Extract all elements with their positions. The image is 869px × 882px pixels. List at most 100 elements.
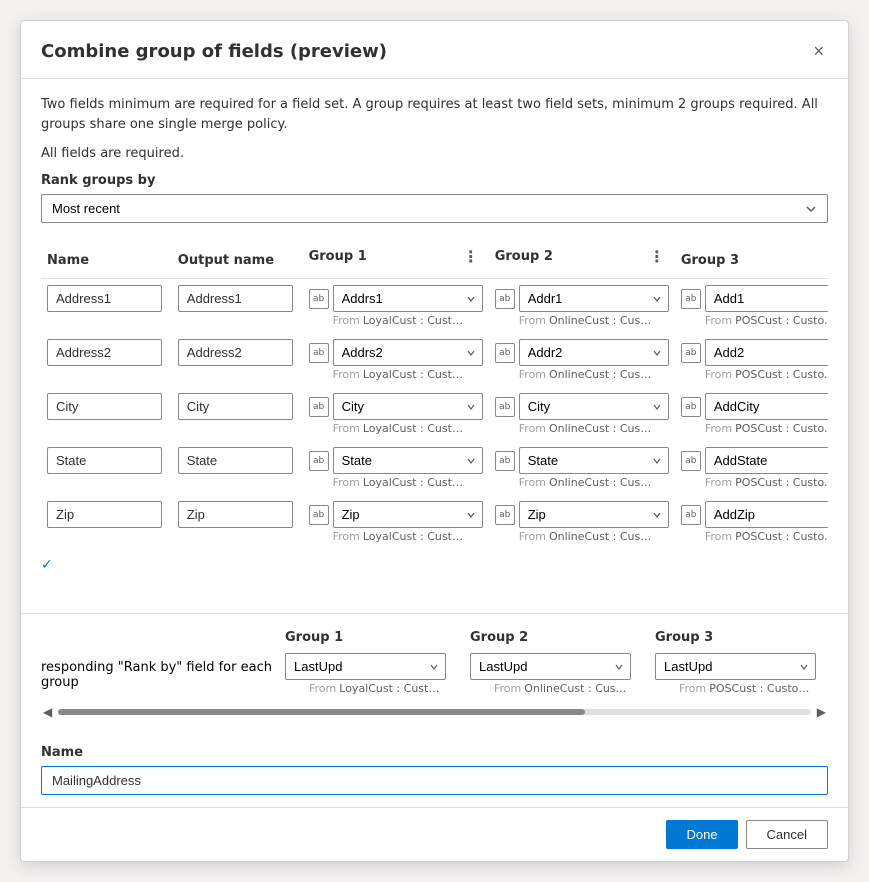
bottom-group3-cell: LastUpd FromPOSCust : CustomerDat... [649, 653, 822, 695]
name-field-0[interactable] [47, 285, 162, 312]
group1-cell-2: ab City FromLoyalCust : CustomerD... [309, 393, 483, 435]
bottom-group3-section: Group 3 LastUpd FromPOSCust : CustomerDa… [643, 630, 828, 695]
scroll-left-icon[interactable]: ◀ [41, 703, 54, 721]
output-field-2[interactable] [178, 393, 293, 420]
group3-icon-2[interactable]: ab [681, 397, 701, 417]
group1-from-0: FromLoyalCust : CustomerD... [309, 314, 469, 327]
group2-menu-icon[interactable]: ⋮ [645, 245, 669, 268]
checkmark-icon: ✓ [41, 557, 53, 573]
group1-icon-3[interactable]: ab [309, 451, 329, 471]
bottom-group2-label: Group 2 [464, 630, 637, 653]
name-field-2[interactable] [47, 393, 162, 420]
group1-icon-1[interactable]: ab [309, 343, 329, 363]
group3-cell-0: ab Add1 FromPOSCust : Custo... [681, 285, 828, 327]
group3-select-1[interactable]: Add2 [705, 339, 828, 366]
group1-from-2: FromLoyalCust : CustomerD... [309, 422, 469, 435]
scroll-right-icon[interactable]: ▶ [815, 703, 828, 721]
output-field-0[interactable] [178, 285, 293, 312]
bottom-group1-section: Group 1 LastUpd FromLoyalCust : Customer… [273, 630, 458, 695]
name-field-3[interactable] [47, 447, 162, 474]
bottom-group1-label: Group 1 [279, 630, 452, 653]
group3-select-0[interactable]: Add1 [705, 285, 828, 312]
group2-icon-1[interactable]: ab [495, 343, 515, 363]
done-button[interactable]: Done [666, 820, 737, 849]
group3-cell-3: ab AddState FromPOSCust : Custo... [681, 447, 828, 489]
group1-icon-0[interactable]: ab [309, 289, 329, 309]
group1-cell-3: ab State FromLoyalCust : CustomerD... [309, 447, 483, 489]
output-field-4[interactable] [178, 501, 293, 528]
group2-select-3[interactable]: State [519, 447, 669, 474]
group2-cell-1: ab Addr2 FromOnlineCust : Customer... [495, 339, 669, 381]
group2-icon-3[interactable]: ab [495, 451, 515, 471]
bottom-group3-select[interactable]: LastUpd [655, 653, 816, 680]
group1-cell-0: ab Addrs1 FromLoyalCust : CustomerD... [309, 285, 483, 327]
name-field-label: Name [41, 745, 828, 760]
output-field-1[interactable] [178, 339, 293, 366]
group1-icon-2[interactable]: ab [309, 397, 329, 417]
table-row: ab City FromLoyalCust : CustomerD... ab [41, 387, 828, 441]
group1-menu-icon[interactable]: ⋮ [459, 245, 483, 268]
col-header-group3: Group 3 [675, 239, 828, 279]
rank-select[interactable]: Most recent [41, 194, 828, 223]
group1-select-1[interactable]: Addrs2 [333, 339, 483, 366]
group2-select-4[interactable]: Zip [519, 501, 669, 528]
group2-cell-4: ab Zip FromOnlineCust : Customer... [495, 501, 669, 543]
group3-icon-4[interactable]: ab [681, 505, 701, 525]
dialog-title: Combine group of fields (preview) [41, 41, 387, 62]
close-icon: × [813, 41, 824, 62]
close-button[interactable]: × [809, 37, 828, 66]
group1-icon-4[interactable]: ab [309, 505, 329, 525]
group2-select-0[interactable]: Addr1 [519, 285, 669, 312]
bottom-rank-section: responding "Rank by" field for each grou… [21, 630, 848, 745]
bottom-group3-from: FromPOSCust : CustomerDat... [655, 682, 815, 695]
bottom-group3-label: Group 3 [649, 630, 822, 653]
name-field-4[interactable] [47, 501, 162, 528]
fields-table: Name Output name Group 1 ⋮ Group 2 ⋮ [41, 239, 828, 549]
group1-from-1: FromLoyalCust : CustomerD... [309, 368, 469, 381]
bottom-group1-cell: LastUpd FromLoyalCust : CustomerData [279, 653, 452, 695]
group2-select-1[interactable]: Addr2 [519, 339, 669, 366]
bottom-group2-cell: LastUpd FromOnlineCust : CustomerData [464, 653, 637, 695]
group2-from-3: FromOnlineCust : Customer... [495, 476, 655, 489]
bottom-group2-section: Group 2 LastUpd FromOnlineCust : Custome… [458, 630, 643, 695]
group1-select-0[interactable]: Addrs1 [333, 285, 483, 312]
group3-from-2: FromPOSCust : Custo... [681, 422, 828, 435]
group2-icon-4[interactable]: ab [495, 505, 515, 525]
group1-select-3[interactable]: State [333, 447, 483, 474]
bottom-group1-from: FromLoyalCust : CustomerData [285, 682, 445, 695]
group3-from-3: FromPOSCust : Custo... [681, 476, 828, 489]
cancel-button[interactable]: Cancel [746, 820, 828, 849]
bottom-group2-select[interactable]: LastUpd [470, 653, 631, 680]
dialog-body: Two fields minimum are required for a fi… [21, 79, 848, 597]
name-section: Name [21, 745, 848, 807]
dialog-header: Combine group of fields (preview) × [21, 21, 848, 79]
group3-select-2[interactable]: AddCity [705, 393, 828, 420]
rank-field-label-cell: responding "Rank by" field for each grou… [41, 630, 273, 690]
group2-icon-0[interactable]: ab [495, 289, 515, 309]
name-input[interactable] [41, 766, 828, 795]
group1-select-4[interactable]: Zip [333, 501, 483, 528]
group3-select-4[interactable]: AddZip [705, 501, 828, 528]
group3-icon-1[interactable]: ab [681, 343, 701, 363]
group3-icon-0[interactable]: ab [681, 289, 701, 309]
scrollbar-thumb [58, 709, 585, 715]
bottom-group1-select[interactable]: LastUpd [285, 653, 446, 680]
fields-table-wrapper: Name Output name Group 1 ⋮ Group 2 ⋮ [41, 239, 828, 549]
table-row: ab State FromLoyalCust : CustomerD... ab [41, 441, 828, 495]
col-header-group2: Group 2 ⋮ [489, 239, 675, 279]
group3-cell-4: ab AddZip FromPOSCust : Custo... [681, 501, 828, 543]
group2-from-4: FromOnlineCust : Customer... [495, 530, 655, 543]
group2-from-1: FromOnlineCust : Customer... [495, 368, 655, 381]
group3-from-0: FromPOSCust : Custo... [681, 314, 828, 327]
group2-icon-2[interactable]: ab [495, 397, 515, 417]
group2-select-2[interactable]: City [519, 393, 669, 420]
description-text: Two fields minimum are required for a fi… [41, 95, 828, 134]
group1-select-2[interactable]: City [333, 393, 483, 420]
group1-from-3: FromLoyalCust : CustomerD... [309, 476, 469, 489]
output-field-3[interactable] [178, 447, 293, 474]
group3-select-3[interactable]: AddState [705, 447, 828, 474]
scrollbar-track[interactable] [58, 709, 811, 715]
name-field-1[interactable] [47, 339, 162, 366]
bottom-group2-from: FromOnlineCust : CustomerData [470, 682, 630, 695]
group3-icon-3[interactable]: ab [681, 451, 701, 471]
